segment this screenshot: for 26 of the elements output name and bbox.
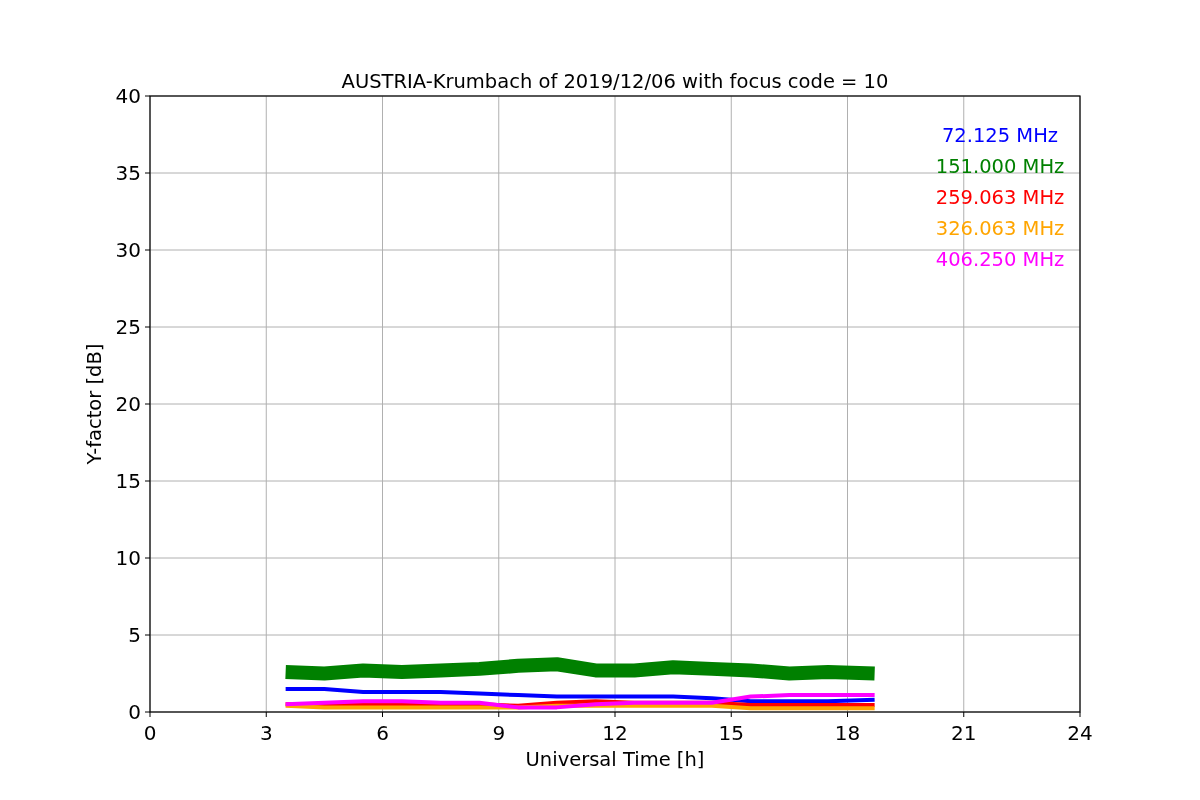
tick-label: 6 xyxy=(376,721,389,745)
tick-label: 24 xyxy=(1067,721,1093,745)
tick-label: 25 xyxy=(115,315,141,339)
tick-label: 12 xyxy=(602,721,628,745)
tick-label: 30 xyxy=(115,238,141,262)
tick-label: 15 xyxy=(718,721,744,745)
axis-label: Universal Time [h] xyxy=(525,748,705,771)
tick-label: 0 xyxy=(143,721,157,745)
tick-label: 10 xyxy=(115,546,141,570)
legend-label: 406.250 MHz xyxy=(935,248,1065,271)
chart-title: AUSTRIA-Krumbach of 2019/12/06 with focus code = 10 xyxy=(341,70,889,93)
legend-label: 259.063 MHz xyxy=(935,186,1065,209)
tick-label: 9 xyxy=(492,721,506,745)
tick-label: 35 xyxy=(115,161,141,185)
tick-label: 3 xyxy=(259,721,273,745)
tick-label: 18 xyxy=(834,721,861,745)
tick-label: 21 xyxy=(951,721,977,745)
axis-label: Y-factor [dB] xyxy=(83,343,106,465)
tick-label: 20 xyxy=(115,392,141,416)
tick-label: 15 xyxy=(115,469,141,493)
tick-label: 0 xyxy=(128,700,141,724)
legend-label: 151.000 MHz xyxy=(935,155,1065,178)
legend-label: 326.063 MHz xyxy=(935,217,1065,240)
tick-label: 40 xyxy=(115,84,141,108)
tick-label: 5 xyxy=(128,623,141,647)
legend-label: 72.125 MHz xyxy=(941,124,1059,147)
